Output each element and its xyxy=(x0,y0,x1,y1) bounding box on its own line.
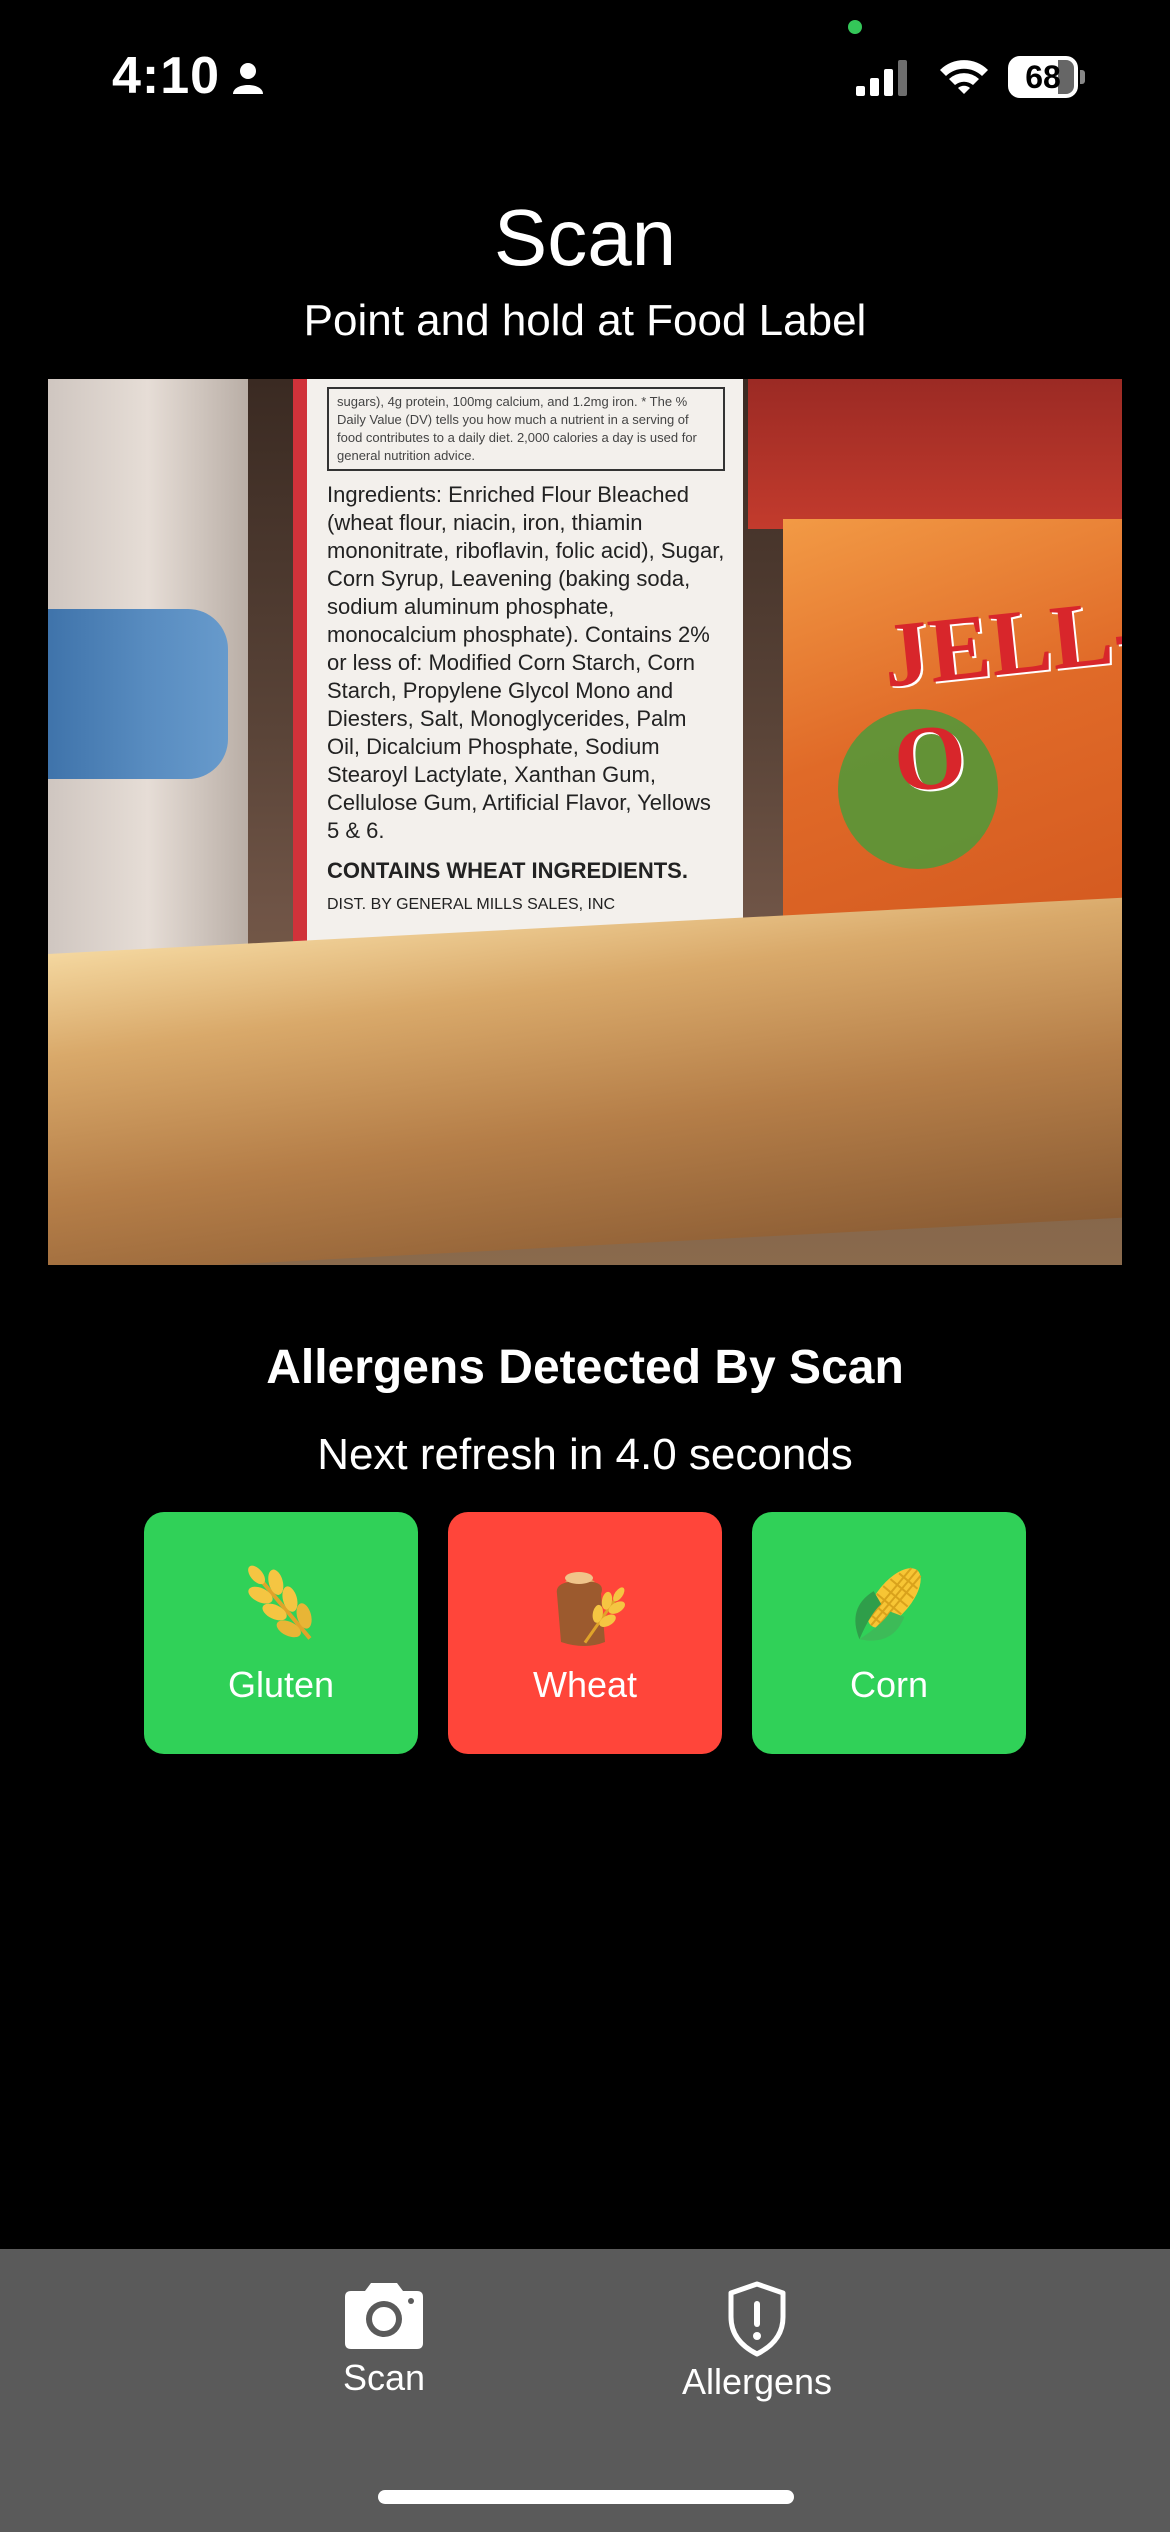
nutrition-footnote: sugars), 4g protein, 100mg calcium, and … xyxy=(327,387,725,471)
allergen-tile-gluten[interactable]: Gluten xyxy=(144,1512,418,1754)
refresh-countdown: Next refresh in 4.0 seconds xyxy=(317,1430,853,1479)
allergen-tile-wheat[interactable]: Wheat xyxy=(448,1512,722,1754)
privacy-indicator-dot xyxy=(848,20,862,34)
tab-label: Allergens xyxy=(681,2361,833,2402)
allergen-label: Corn xyxy=(849,1664,929,1705)
shield-exclamation-icon xyxy=(728,2281,786,2357)
battery-level: 68 xyxy=(1025,59,1061,95)
camera-preview[interactable]: JELL-O sugars), 4g protein, 100mg calciu… xyxy=(48,379,1122,1265)
home-indicator[interactable] xyxy=(378,2490,794,2504)
ingredients-text: Ingredients: Enriched Flour Bleached (wh… xyxy=(327,482,725,843)
status-bar: 4:10 68 xyxy=(0,0,1170,150)
allergen-tile-corn[interactable]: Corn xyxy=(752,1512,1026,1754)
allergen-label: Wheat xyxy=(532,1664,638,1705)
camera-icon xyxy=(345,2283,423,2349)
wifi-icon xyxy=(940,60,988,94)
jello-brand-text: JELL-O xyxy=(877,577,1122,813)
status-time: 4:10 xyxy=(112,47,221,105)
background-box xyxy=(748,379,1122,529)
page-subtitle: Point and hold at Food Label xyxy=(303,296,867,345)
tab-scan[interactable]: Scan xyxy=(264,2249,504,2409)
background-label xyxy=(48,609,228,779)
battery-indicator: 68 xyxy=(1008,56,1085,98)
allergen-label: Gluten xyxy=(227,1664,335,1705)
person-icon xyxy=(233,63,263,94)
tab-label: Scan xyxy=(342,2357,426,2398)
page-title: Scan xyxy=(493,193,677,282)
distributor-text: DIST. BY GENERAL MILLS SALES, INC xyxy=(327,896,616,913)
corn-icon xyxy=(855,1567,922,1641)
wheat-ear-icon xyxy=(248,1565,312,1640)
cellular-signal-icon xyxy=(856,60,907,96)
allergens-section-title: Allergens Detected By Scan xyxy=(266,1341,904,1394)
wheat-bag-icon xyxy=(556,1572,625,1646)
shelf-edge xyxy=(48,897,1122,1265)
tab-allergens[interactable]: Allergens xyxy=(637,2249,877,2409)
contains-statement: CONTAINS WHEAT INGREDIENTS. xyxy=(327,858,688,883)
